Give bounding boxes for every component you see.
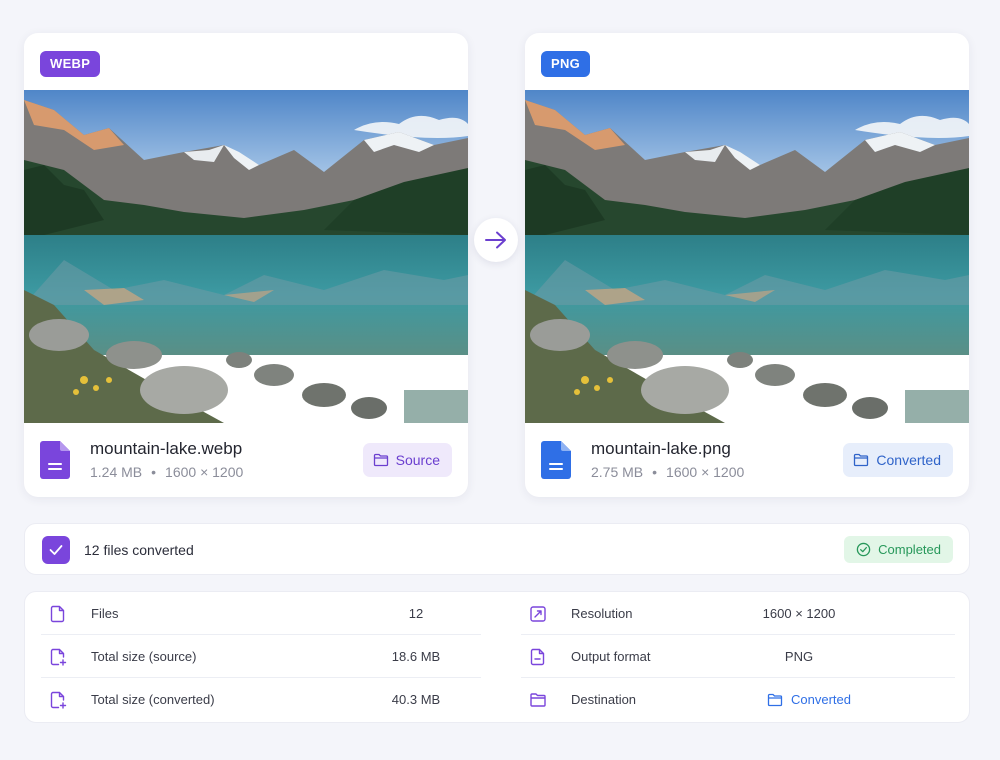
- check-circle-icon: [856, 542, 871, 557]
- folder-icon: [373, 453, 388, 467]
- arrow-right-icon: [485, 231, 506, 249]
- detail-value: 12: [408, 606, 424, 621]
- converted-file-info: mountain-lake.png 2.75 MB • 1600 × 1200 Co…: [525, 423, 969, 497]
- source-file-name: mountain-lake.webp: [90, 439, 243, 458]
- checkbox-checked[interactable]: [42, 536, 70, 564]
- source-image-preview: [24, 90, 468, 423]
- detail-label: Destination: [571, 692, 637, 707]
- format-badge-png: PNG: [541, 51, 591, 77]
- file-minus-icon: [530, 648, 545, 666]
- file-plus-icon: [50, 648, 67, 666]
- status-badge-label: Completed: [878, 542, 941, 557]
- converted-file-meta: 2.75 MB • 1600 × 1200: [591, 464, 744, 480]
- folder-icon: [767, 693, 783, 706]
- meta-separator: •: [151, 464, 157, 480]
- document-icon: [40, 441, 70, 479]
- document-icon: [541, 441, 571, 479]
- detail-row-destination: Destination Converted: [521, 678, 955, 721]
- source-dimensions: 1600 × 1200: [165, 464, 244, 480]
- detail-value: 18.6 MB: [391, 649, 441, 664]
- source-folder-button[interactable]: Source: [362, 443, 452, 477]
- converted-image-preview: [525, 90, 969, 423]
- detail-label: Files: [91, 606, 119, 621]
- detail-row-total-size-converted: Total size (converted) 40.3 MB: [41, 678, 481, 721]
- source-card: WEBP mountain-lake.webp 1.24 MB • 1600 × 1…: [24, 33, 468, 497]
- conversion-summary: 12 files converted: [84, 542, 194, 558]
- destination-label: Converted: [791, 692, 851, 707]
- detail-row-files: Files 12: [41, 592, 481, 635]
- detail-label: Total size (converted): [91, 692, 215, 707]
- converted-card: PNG mountain-lake.png 2.75 MB • 1600 × 120…: [525, 33, 969, 497]
- source-file-size: 1.24 MB: [90, 464, 143, 480]
- detail-row-output-format: Output format PNG: [521, 635, 955, 678]
- conversion-status-bar: 12 files converted Completed: [24, 523, 970, 575]
- converted-file-name: mountain-lake.png: [591, 439, 731, 458]
- detail-row-resolution: Resolution 1600 × 1200: [521, 592, 955, 635]
- convert-arrow: [474, 218, 518, 262]
- detail-value: PNG: [784, 649, 814, 664]
- conversion-details: Files 12 Total size (source) 18.6 MB Tot…: [24, 591, 970, 723]
- converted-file-size: 2.75 MB: [591, 464, 644, 480]
- folder-icon: [854, 453, 869, 467]
- status-badge: Completed: [844, 536, 953, 563]
- detail-label: Total size (source): [91, 649, 197, 664]
- folder-icon: [530, 693, 546, 707]
- source-button-label: Source: [395, 452, 440, 468]
- detail-label: Resolution: [571, 606, 633, 621]
- detail-value: 40.3 MB: [391, 692, 441, 707]
- source-file-meta: 1.24 MB • 1600 × 1200: [90, 464, 243, 480]
- file-plus-icon: [50, 691, 67, 709]
- detail-row-total-size-source: Total size (source) 18.6 MB: [41, 635, 481, 678]
- converted-button-label: Converted: [876, 452, 941, 468]
- format-badge-webp: WEBP: [40, 51, 101, 77]
- resize-icon: [530, 606, 546, 622]
- detail-value: 1600 × 1200: [762, 606, 836, 621]
- detail-label: Output format: [571, 649, 651, 664]
- destination-folder-link[interactable]: Converted: [767, 692, 851, 707]
- source-file-info: mountain-lake.webp 1.24 MB • 1600 × 1200 S…: [24, 423, 468, 497]
- file-icon: [50, 605, 65, 623]
- converted-dimensions: 1600 × 1200: [666, 464, 745, 480]
- checkmark-icon: [49, 545, 63, 555]
- meta-separator: •: [652, 464, 658, 480]
- converted-folder-button[interactable]: Converted: [843, 443, 953, 477]
